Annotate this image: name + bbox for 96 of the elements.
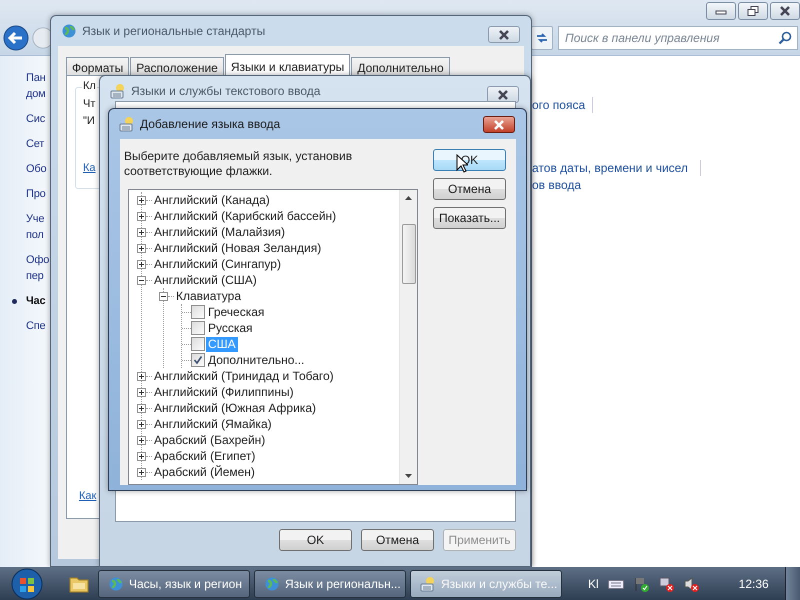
globe-icon bbox=[264, 576, 280, 592]
keyboard-icon bbox=[110, 83, 126, 99]
window-title: Добавление языка ввода bbox=[140, 117, 280, 131]
tree-item[interactable]: Английский (Канада) bbox=[152, 192, 272, 208]
show-desktop-button[interactable] bbox=[785, 567, 800, 600]
folder-icon[interactable] bbox=[69, 574, 89, 592]
language-indicator[interactable]: Kl bbox=[588, 576, 599, 590]
clock[interactable]: 12:36 bbox=[738, 576, 769, 590]
tree-item[interactable]: Русская bbox=[206, 320, 255, 336]
nav-link[interactable]: Сет bbox=[26, 136, 48, 152]
dialog-button[interactable]: Отмена bbox=[361, 529, 434, 551]
tree-item[interactable]: Арабский (Бахрейн) bbox=[152, 432, 268, 448]
expand-icon[interactable] bbox=[137, 388, 146, 396]
close-button[interactable] bbox=[483, 116, 515, 133]
checkbox[interactable] bbox=[191, 337, 205, 351]
tree-item[interactable]: Греческая bbox=[206, 304, 266, 320]
scrollbar-thumb[interactable] bbox=[402, 224, 416, 284]
dialog-button[interactable]: Показать... bbox=[433, 207, 506, 229]
close-icon bbox=[497, 90, 509, 100]
tree-item[interactable]: Английский (Филиппины) bbox=[152, 384, 296, 400]
bullet-icon bbox=[12, 299, 17, 304]
tree-item[interactable]: Английский (Южная Африка) bbox=[152, 400, 318, 416]
tree-item[interactable]: Английский (Карибский бассейн) bbox=[152, 208, 338, 224]
nav-link[interactable]: Обо bbox=[26, 161, 48, 177]
close-icon bbox=[779, 6, 791, 16]
scrollbar[interactable] bbox=[399, 190, 417, 484]
speaker-muted-icon[interactable] bbox=[682, 576, 699, 592]
tree-item[interactable]: Дополнительно... bbox=[206, 352, 306, 368]
collapse-icon[interactable] bbox=[159, 292, 168, 300]
expand-icon[interactable] bbox=[137, 404, 146, 412]
nav-link[interactable]: Уче пол bbox=[26, 211, 48, 243]
nav-link[interactable]: Про bbox=[26, 186, 48, 202]
expand-icon[interactable] bbox=[137, 420, 146, 428]
close-button[interactable] bbox=[770, 2, 800, 20]
expand-icon[interactable] bbox=[137, 436, 146, 444]
tree-item[interactable]: Английский (Сингапур) bbox=[152, 256, 283, 272]
help-link[interactable]: Ка bbox=[83, 162, 96, 174]
tree-item[interactable]: Арабский (Египет) bbox=[152, 448, 258, 464]
scroll-up-icon[interactable] bbox=[405, 196, 412, 200]
tree-item[interactable]: Английский (Ямайка) bbox=[152, 416, 274, 432]
task-link[interactable]: ов ввода bbox=[532, 178, 582, 192]
group-label: Кл bbox=[82, 80, 97, 92]
task-link[interactable]: атов даты, времени и чисел bbox=[532, 161, 688, 175]
window-title: Языки и службы текстового ввода bbox=[131, 84, 320, 98]
scroll-down-icon[interactable] bbox=[405, 474, 412, 478]
globe-icon bbox=[108, 576, 124, 592]
nav-link[interactable]: Спе bbox=[26, 318, 48, 334]
window-title: Язык и региональные стандарты bbox=[82, 24, 266, 38]
dialog-button[interactable]: Отмена bbox=[433, 178, 506, 200]
expand-icon[interactable] bbox=[137, 196, 146, 204]
keyboard-icon bbox=[119, 116, 135, 132]
back-icon[interactable] bbox=[3, 25, 29, 51]
expand-icon[interactable] bbox=[137, 468, 146, 476]
start-button[interactable] bbox=[10, 566, 44, 600]
refresh-icon bbox=[535, 31, 549, 45]
close-icon bbox=[493, 120, 505, 130]
search-field[interactable]: Поиск в панели управления bbox=[558, 26, 798, 50]
tree-item[interactable]: Арабский (Йемен) bbox=[152, 464, 257, 480]
taskbar-button[interactable]: Часы, язык и регион bbox=[98, 570, 250, 598]
taskbar-button[interactable]: Язык и региональн... bbox=[254, 570, 406, 598]
tree-item[interactable]: Английский (Малайзия) bbox=[152, 224, 288, 240]
instruction-text: Выберите добавляемый язык, установив соответствующие флажки. bbox=[124, 149, 354, 179]
checkbox[interactable] bbox=[191, 305, 205, 319]
expand-icon[interactable] bbox=[137, 260, 146, 268]
globe-icon bbox=[61, 23, 77, 39]
refresh-button[interactable] bbox=[531, 26, 553, 50]
close-button[interactable] bbox=[488, 26, 520, 43]
collapse-icon[interactable] bbox=[137, 276, 146, 284]
help-link[interactable]: Как bbox=[79, 490, 96, 502]
tree-item[interactable]: Английский (Тринидад и Тобаго) bbox=[152, 368, 336, 384]
close-icon bbox=[498, 30, 510, 40]
expand-icon[interactable] bbox=[137, 452, 146, 460]
network-icon[interactable] bbox=[658, 576, 674, 592]
keyboard-icon bbox=[420, 576, 436, 592]
expand-icon[interactable] bbox=[137, 228, 146, 236]
flag-icon[interactable] bbox=[632, 576, 649, 592]
description-text: "И bbox=[83, 115, 95, 127]
search-icon bbox=[778, 31, 792, 45]
checkbox[interactable] bbox=[191, 353, 205, 367]
minimize-button[interactable] bbox=[706, 2, 736, 20]
tree-item[interactable]: Английский (Новая Зеландия) bbox=[152, 240, 324, 256]
tree-item[interactable]: Клавиатура bbox=[174, 288, 243, 304]
restore-button[interactable] bbox=[738, 2, 768, 20]
nav-link[interactable]: Сис bbox=[26, 111, 48, 127]
nav-link[interactable]: Пан дом bbox=[26, 70, 48, 102]
task-link[interactable]: ого пояса bbox=[532, 98, 586, 112]
expand-icon[interactable] bbox=[137, 212, 146, 220]
checkbox[interactable] bbox=[191, 321, 205, 335]
nav-link[interactable]: Офо пер bbox=[26, 252, 48, 284]
tree-item[interactable]: Английский (США) bbox=[152, 272, 259, 288]
description-text: Чт bbox=[83, 98, 96, 110]
restore-icon bbox=[747, 6, 759, 16]
expand-icon[interactable] bbox=[137, 244, 146, 252]
nav-link[interactable]: Час bbox=[26, 293, 48, 309]
dialog-button[interactable]: OK bbox=[279, 529, 352, 551]
expand-icon[interactable] bbox=[137, 372, 146, 380]
